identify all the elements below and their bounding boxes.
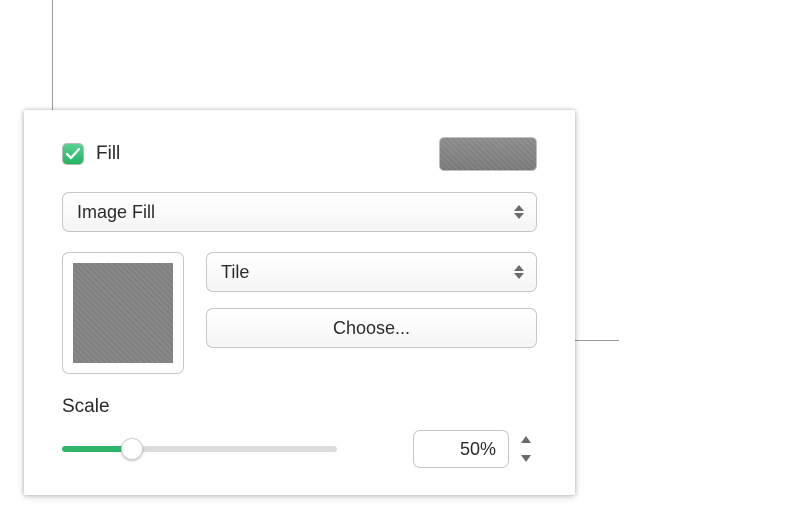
image-preview xyxy=(73,263,173,363)
choose-button[interactable]: Choose... xyxy=(206,308,537,348)
choose-button-label: Choose... xyxy=(333,318,410,339)
fill-label: Fill xyxy=(96,143,120,165)
image-preview-well[interactable] xyxy=(62,252,184,374)
fill-checkbox[interactable] xyxy=(62,143,84,165)
fill-type-select[interactable]: Image Fill xyxy=(62,192,537,232)
scale-value: 50% xyxy=(460,439,496,460)
scale-step-down[interactable] xyxy=(515,449,537,468)
fill-panel: Fill Image Fill T xyxy=(24,110,575,495)
scale-step-up[interactable] xyxy=(515,430,537,449)
tile-mode-select[interactable]: Tile xyxy=(206,252,537,292)
check-icon xyxy=(66,148,80,160)
tile-mode-value: Tile xyxy=(221,262,249,283)
updown-icon xyxy=(514,253,524,291)
scale-label: Scale xyxy=(62,396,537,418)
slider-knob[interactable] xyxy=(121,438,143,460)
fill-color-well[interactable] xyxy=(439,137,537,171)
scale-field[interactable]: 50% xyxy=(413,430,509,468)
fill-type-value: Image Fill xyxy=(77,202,155,223)
scale-slider[interactable] xyxy=(62,437,337,461)
chevron-down-icon xyxy=(521,455,531,462)
chevron-up-icon xyxy=(521,436,531,443)
updown-icon xyxy=(514,193,524,231)
